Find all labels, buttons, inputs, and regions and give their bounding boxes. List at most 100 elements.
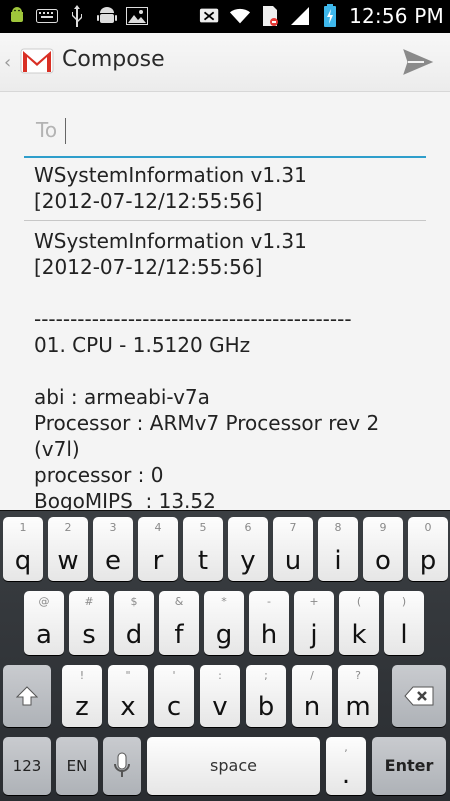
key-l[interactable]: ) l [384,591,424,655]
key-b[interactable]: ; b [246,665,286,727]
screen-mirror-icon [199,5,221,27]
key-w[interactable]: 2w [48,517,88,581]
key-r[interactable]: 4r [138,517,178,581]
key-h[interactable]: -h [249,591,289,655]
key-hint: - [267,595,271,608]
key-label: m [345,692,371,722]
key-label: p [419,546,437,576]
key-hint: ( [356,595,362,608]
key-hint: 0 [424,521,432,534]
key-label: i [334,546,342,576]
key-hint: " [125,669,131,682]
gmail-logo-icon[interactable] [20,47,54,75]
key-hint: @ [38,595,50,608]
wifi-icon [229,5,251,27]
key-label: v [212,692,228,722]
key-hint: $ [130,595,138,608]
key-z[interactable]: ! z [62,665,102,727]
key-label: o [375,546,391,576]
shift-icon [16,686,38,706]
microphone-icon [114,752,130,777]
key-k[interactable]: (k [339,591,379,655]
subject-field[interactable]: WSystemInformation v1.31 [2012-07-12/12:… [24,158,426,221]
to-field[interactable]: To [24,106,426,158]
back-chevron-icon[interactable]: ‹ [4,52,11,73]
key-u[interactable]: 7u [273,517,313,581]
key-hint: ; [264,669,268,682]
key-hint: ' [172,669,176,682]
key-label: e [105,546,121,576]
key-j[interactable]: + j [294,591,334,655]
key-hint: 5 [199,521,207,534]
key-i[interactable]: 8i [318,517,358,581]
key-m[interactable]: ? m [338,665,378,727]
period-key[interactable]: , . [326,737,366,795]
key-label: c [166,692,182,722]
status-bar: 12:56 PM [0,0,450,33]
clock: 12:56 PM [349,4,444,28]
key-label: h [260,620,278,650]
language-label: EN [66,757,88,775]
key-v[interactable]: :v [200,665,240,727]
space-label: space [210,756,257,775]
key-t[interactable]: 5t [183,517,223,581]
to-label: To [36,118,58,142]
key-hint: 1 [19,521,27,534]
key-hint: & [174,595,184,608]
keyboard-icon [36,5,58,27]
key-hint: # [84,595,94,608]
key-y[interactable]: 6y [228,517,268,581]
key-q[interactable]: 1q [3,517,43,581]
key-label: s [82,620,96,650]
shift-key[interactable] [3,665,51,727]
status-right-icons: 12:56 PM [199,4,444,28]
language-key[interactable]: EN [56,737,98,795]
voice-input-key[interactable] [103,737,141,795]
key-hint: 9 [379,521,387,534]
usb-icon [66,5,88,27]
key-g[interactable]: * g [204,591,244,655]
enter-key[interactable]: Enter [372,737,446,795]
key-label: n [303,692,321,722]
android-debug-icon [96,5,118,27]
key-label: r [152,546,164,576]
key-a[interactable]: @ a [24,591,64,655]
backspace-key[interactable] [392,665,446,727]
key-s[interactable]: # s [69,591,109,655]
key-label: g [215,620,233,650]
key-hint: 4 [154,521,162,534]
key-label: y [240,546,256,576]
key-o[interactable]: 9o [363,517,403,581]
send-icon[interactable] [402,47,434,77]
mode-123-label: 123 [12,757,42,775]
enter-label: Enter [384,756,434,775]
key-label: x [120,692,136,722]
sim-missing-icon [259,5,281,27]
battery-icon [319,4,341,27]
key-f[interactable]: & f [159,591,199,655]
key-hint: * [221,595,227,608]
key-hint: ) [401,595,407,608]
signal-icon [289,5,311,27]
action-bar: ‹ Compose [0,33,450,92]
period-label: . [341,760,351,790]
key-label: w [57,546,79,576]
key-c[interactable]: ' c [154,665,194,727]
backspace-icon [404,686,434,706]
key-hint: ! [79,669,85,682]
mode-123-key[interactable]: 123 [3,737,51,795]
key-n[interactable]: / n [292,665,332,727]
key-hint: 8 [334,521,342,534]
key-p[interactable]: 0p [408,517,448,581]
key-hint: 7 [289,521,297,534]
space-key[interactable]: space [147,737,320,795]
gallery-icon [126,5,148,27]
key-d[interactable]: $ d [114,591,154,655]
key-label: q [14,546,32,576]
key-e[interactable]: 3e [93,517,133,581]
compose-area: To WSystemInformation v1.31 [2012-07-12/… [0,92,450,513]
key-hint: : [218,669,222,682]
body-field[interactable]: WSystemInformation v1.31 [2012-07-12/12:… [34,228,424,514]
key-x[interactable]: " x [108,665,148,727]
key-hint: / [310,669,314,682]
